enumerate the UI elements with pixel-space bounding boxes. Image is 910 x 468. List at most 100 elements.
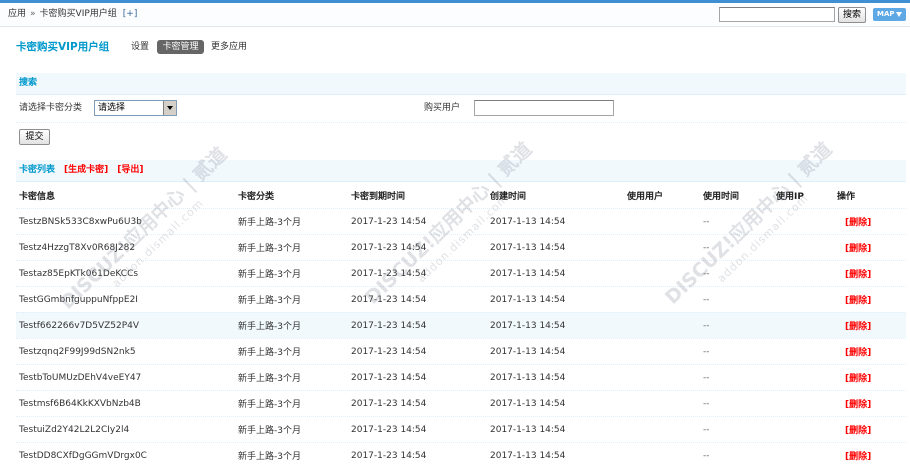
table-row: Testzqnq2F99J99dSN2nk5 新手上路-3个月 2017-1-23 … bbox=[16, 338, 906, 364]
tab-settings[interactable]: 设置 bbox=[131, 40, 149, 54]
card-category-cell: 新手上路-3个月 bbox=[238, 270, 301, 280]
tab-more-apps[interactable]: 更多应用 bbox=[211, 40, 247, 54]
delete-link[interactable]: [删除] bbox=[845, 452, 871, 462]
created-time-cell: 2017-1-13 14:54 bbox=[490, 294, 566, 305]
expiry-time-cell: 2017-1-23 14:54 bbox=[351, 294, 427, 305]
page-header: 卡密购买VIP用户组 设置 卡密管理 更多应用 bbox=[0, 27, 910, 73]
created-time-cell: 2017-1-13 14:54 bbox=[490, 268, 566, 279]
column-header-card-info: 卡密信息 bbox=[19, 191, 56, 202]
used-time-cell: -- bbox=[703, 320, 710, 331]
table-row: Testaz85EpKTk061DeKCCs 新手上路-3个月 2017-1-23 … bbox=[16, 260, 906, 286]
tab-card-management[interactable]: 卡密管理 bbox=[157, 40, 204, 54]
card-key-cell: Testf662266v7D5VZ52P4V bbox=[19, 320, 140, 331]
created-time-cell: 2017-1-13 14:54 bbox=[490, 450, 566, 461]
card-category-cell: 新手上路-3个月 bbox=[238, 244, 301, 254]
card-category-cell: 新手上路-3个月 bbox=[238, 426, 301, 436]
category-select-value: 请选择 bbox=[98, 103, 126, 113]
table-header-row: 卡密信息 卡密分类 卡密到期时间 创建时间 使用用户 使用时间 使用IP 操作 bbox=[16, 182, 906, 208]
card-category-cell: 新手上路-3个月 bbox=[238, 452, 301, 462]
column-header-used-time: 使用时间 bbox=[703, 191, 740, 202]
action-cell: [删除] bbox=[834, 423, 906, 436]
action-cell: [删除] bbox=[834, 293, 906, 306]
delete-link[interactable]: [删除] bbox=[845, 296, 871, 306]
table-row: Testf662266v7D5VZ52P4V 新手上路-3个月 2017-1-23 … bbox=[16, 312, 906, 338]
page-title: 卡密购买VIP用户组 bbox=[16, 41, 110, 53]
action-cell: [删除] bbox=[834, 241, 906, 254]
column-header-expiry: 卡密到期时间 bbox=[351, 191, 406, 202]
card-category-cell: 新手上路-3个月 bbox=[238, 296, 301, 306]
chevron-down-icon[interactable] bbox=[163, 101, 176, 115]
delete-link[interactable]: [删除] bbox=[845, 426, 871, 436]
used-time-cell: -- bbox=[703, 372, 710, 383]
table-row: TestuiZd2Y42L2L2CIy2l4 新手上路-3个月 2017-1-23 … bbox=[16, 416, 906, 442]
expiry-time-cell: 2017-1-23 14:54 bbox=[351, 424, 427, 435]
delete-link[interactable]: [删除] bbox=[845, 348, 871, 358]
search-section-title: 搜索 bbox=[19, 78, 38, 88]
expiry-time-cell: 2017-1-23 14:54 bbox=[351, 450, 427, 461]
delete-link[interactable]: [删除] bbox=[845, 270, 871, 280]
submit-row: 提交 bbox=[16, 123, 906, 152]
card-key-cell: TestGGmbnfguppuNfppE2I bbox=[19, 294, 138, 305]
column-header-actions: 操作 bbox=[837, 191, 856, 202]
delete-link[interactable]: [删除] bbox=[845, 244, 871, 254]
action-cell: [删除] bbox=[834, 397, 906, 410]
column-header-created: 创建时间 bbox=[490, 191, 527, 202]
card-category-cell: 新手上路-3个月 bbox=[238, 322, 301, 332]
card-key-cell: Testz4HzzgT8Xv0R68J282 bbox=[19, 242, 136, 253]
created-time-cell: 2017-1-13 14:54 bbox=[490, 320, 566, 331]
expiry-time-cell: 2017-1-23 14:54 bbox=[351, 398, 427, 409]
top-search-input[interactable] bbox=[719, 7, 835, 22]
admin-page: 应用» 卡密购买VIP用户组 [+] 搜索 MAP 卡密购买VIP用户组 设置 卡密… bbox=[0, 0, 910, 468]
card-list-header: 卡密列表 [生成卡密] [导出] bbox=[16, 160, 906, 182]
buyer-input[interactable] bbox=[474, 100, 614, 116]
expiry-time-cell: 2017-1-23 14:54 bbox=[351, 268, 427, 279]
category-label: 请选择卡密分类 bbox=[19, 103, 83, 113]
action-cell: [删除] bbox=[834, 215, 906, 228]
column-header-used-ip: 使用IP bbox=[776, 191, 804, 202]
card-category-cell: 新手上路-3个月 bbox=[238, 348, 301, 358]
table-row: TestbToUMUzDEhV4veEY47 新手上路-3个月 2017-1-23 … bbox=[16, 364, 906, 390]
map-button-label: MAP bbox=[877, 10, 895, 18]
breadcrumb-app-link[interactable]: 应用 bbox=[8, 9, 26, 19]
delete-link[interactable]: [删除] bbox=[845, 374, 871, 384]
table-row: TestGGmbnfguppuNfppE2I 新手上路-3个月 2017-1-23 … bbox=[16, 286, 906, 312]
delete-link[interactable]: [删除] bbox=[845, 400, 871, 410]
search-filter-row: 请选择卡密分类 请选择 购买用户 bbox=[16, 95, 906, 123]
table-body: TestzBNSk533C8xwPu6U3b 新手上路-3个月 2017-1-23 … bbox=[16, 208, 906, 468]
card-key-cell: TestzBNSk533C8xwPu6U3b bbox=[19, 216, 142, 227]
card-key-cell: Testmsf6B64KkKXVbNzb4B bbox=[19, 398, 141, 409]
card-category-cell: 新手上路-3个月 bbox=[238, 400, 301, 410]
arrow-down-icon bbox=[896, 12, 902, 17]
used-time-cell: -- bbox=[703, 450, 710, 461]
action-cell: [删除] bbox=[834, 345, 906, 358]
used-time-cell: -- bbox=[703, 346, 710, 357]
add-shortcut-link[interactable]: [+] bbox=[123, 9, 138, 19]
submit-button[interactable]: 提交 bbox=[19, 129, 50, 145]
card-key-cell: TestDD8CXfDgGGmVDrgx0C bbox=[19, 450, 147, 461]
export-link[interactable]: [导出] bbox=[117, 165, 143, 175]
top-search-button[interactable]: 搜索 bbox=[838, 7, 866, 23]
expiry-time-cell: 2017-1-23 14:54 bbox=[351, 216, 427, 227]
breadcrumb-current: 卡密购买VIP用户组 bbox=[39, 9, 117, 19]
card-key-cell: TestbToUMUzDEhV4veEY47 bbox=[19, 372, 142, 383]
action-cell: [删除] bbox=[834, 319, 906, 332]
category-select[interactable]: 请选择 bbox=[94, 100, 177, 116]
delete-link[interactable]: [删除] bbox=[845, 218, 871, 228]
used-time-cell: -- bbox=[703, 268, 710, 279]
created-time-cell: 2017-1-13 14:54 bbox=[490, 398, 566, 409]
generate-cards-link[interactable]: [生成卡密] bbox=[64, 165, 108, 175]
card-key-cell: TestuiZd2Y42L2L2CIy2l4 bbox=[19, 424, 130, 435]
used-time-cell: -- bbox=[703, 424, 710, 435]
top-navbar: 应用 » 卡密购买VIP用户组 [+] 搜索 MAP bbox=[0, 3, 910, 27]
card-key-cell: Testzqnq2F99J99dSN2nk5 bbox=[19, 346, 136, 357]
expiry-time-cell: 2017-1-23 14:54 bbox=[351, 320, 427, 331]
map-button[interactable]: MAP bbox=[873, 8, 906, 21]
column-header-category: 卡密分类 bbox=[238, 191, 275, 202]
card-category-cell: 新手上路-3个月 bbox=[238, 374, 301, 384]
table-row: TestDD8CXfDgGGmVDrgx0C 新手上路-3个月 2017-1-23 … bbox=[16, 442, 906, 468]
created-time-cell: 2017-1-13 14:54 bbox=[490, 424, 566, 435]
action-cell: [删除] bbox=[834, 449, 906, 462]
delete-link[interactable]: [删除] bbox=[845, 322, 871, 332]
action-cell: [删除] bbox=[834, 371, 906, 384]
